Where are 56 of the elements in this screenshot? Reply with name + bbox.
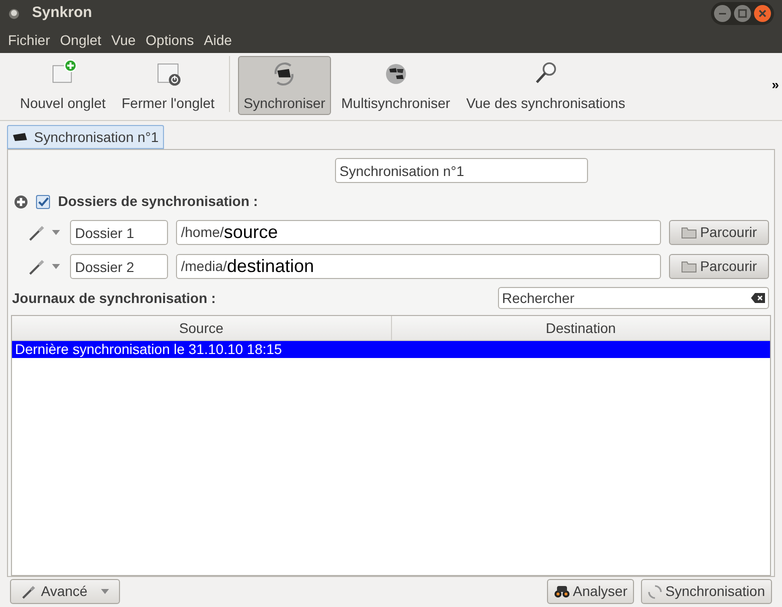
toolbar-button[interactable]: Fermer l'onglet	[116, 56, 221, 115]
sync-button[interactable]: Synchronisation	[641, 579, 772, 604]
maximize-button[interactable]	[734, 5, 751, 22]
close-button[interactable]	[754, 5, 771, 22]
browse-button[interactable]: Parcourir	[669, 220, 769, 245]
advanced-button[interactable]: Avancé	[10, 579, 120, 604]
app-icon	[8, 8, 20, 20]
path-prefix: /media/	[181, 257, 227, 276]
sync-icon	[12, 131, 28, 143]
refresh-icon	[648, 584, 662, 598]
analyse-button[interactable]: Analyser	[546, 579, 634, 604]
browse-button[interactable]: Parcourir	[669, 254, 769, 279]
search-field[interactable]: Rechercher	[498, 287, 769, 309]
overflow-button[interactable]: »	[772, 75, 779, 94]
close-icon	[758, 9, 767, 18]
button-label: Avancé	[41, 582, 88, 601]
wrench-icon[interactable]	[28, 258, 46, 274]
path-text: source	[224, 221, 278, 244]
name-field[interactable]: Synchronisation n°1	[334, 158, 588, 183]
wrench-icon	[21, 584, 37, 598]
binoculars-icon	[554, 585, 570, 598]
path-field[interactable]: /home/source	[176, 220, 661, 245]
toolbar-button[interactable]: Synchroniser	[238, 56, 332, 115]
minimize-button[interactable]	[714, 5, 731, 22]
caret-icon[interactable]	[52, 230, 60, 235]
menu-item[interactable]: Options	[140, 30, 199, 50]
label-field[interactable]: Dossier 2	[70, 254, 168, 279]
column-header[interactable]: Destination	[390, 316, 770, 340]
wrench-icon[interactable]	[28, 224, 46, 240]
window-title: Synkron	[32, 3, 92, 24]
maximize-icon	[738, 9, 747, 18]
menu-item[interactable]: Aide	[198, 30, 237, 50]
folder-icon	[681, 226, 698, 239]
toolbar-button[interactable]: Vue des synchronisations	[460, 56, 632, 115]
path-prefix: /home/	[181, 223, 224, 242]
folder-icon	[681, 260, 698, 273]
toolbar-button[interactable]: Multisynchroniser	[335, 56, 456, 115]
table-row[interactable]: Dernière synchronisation le 31.10.10 18:15	[12, 341, 770, 358]
add-icon[interactable]	[14, 194, 28, 208]
section-label: Dossiers de synchronisation :	[58, 192, 258, 211]
button-label: Synchronisation	[665, 582, 765, 601]
menu-item[interactable]: Onglet	[55, 30, 106, 50]
section-label: Journaux de synchronisation :	[12, 288, 216, 308]
label-field[interactable]: Dossier 1	[70, 220, 168, 245]
path-field[interactable]: /media/destination	[176, 254, 661, 279]
toolbar-button[interactable]: Nouvel onglet	[14, 56, 112, 115]
menu-item[interactable]: Fichier	[3, 30, 56, 50]
clear-icon[interactable]	[751, 293, 765, 303]
tab[interactable]: Synchronisation n°1	[7, 125, 164, 149]
button-label: Analyser	[572, 582, 628, 601]
caret-icon	[101, 589, 109, 594]
caret-icon[interactable]	[52, 264, 60, 269]
path-text: destination	[226, 255, 314, 278]
column-header[interactable]: Source	[12, 316, 390, 340]
menu-item[interactable]: Vue	[106, 30, 141, 50]
checkbox[interactable]	[36, 194, 50, 208]
